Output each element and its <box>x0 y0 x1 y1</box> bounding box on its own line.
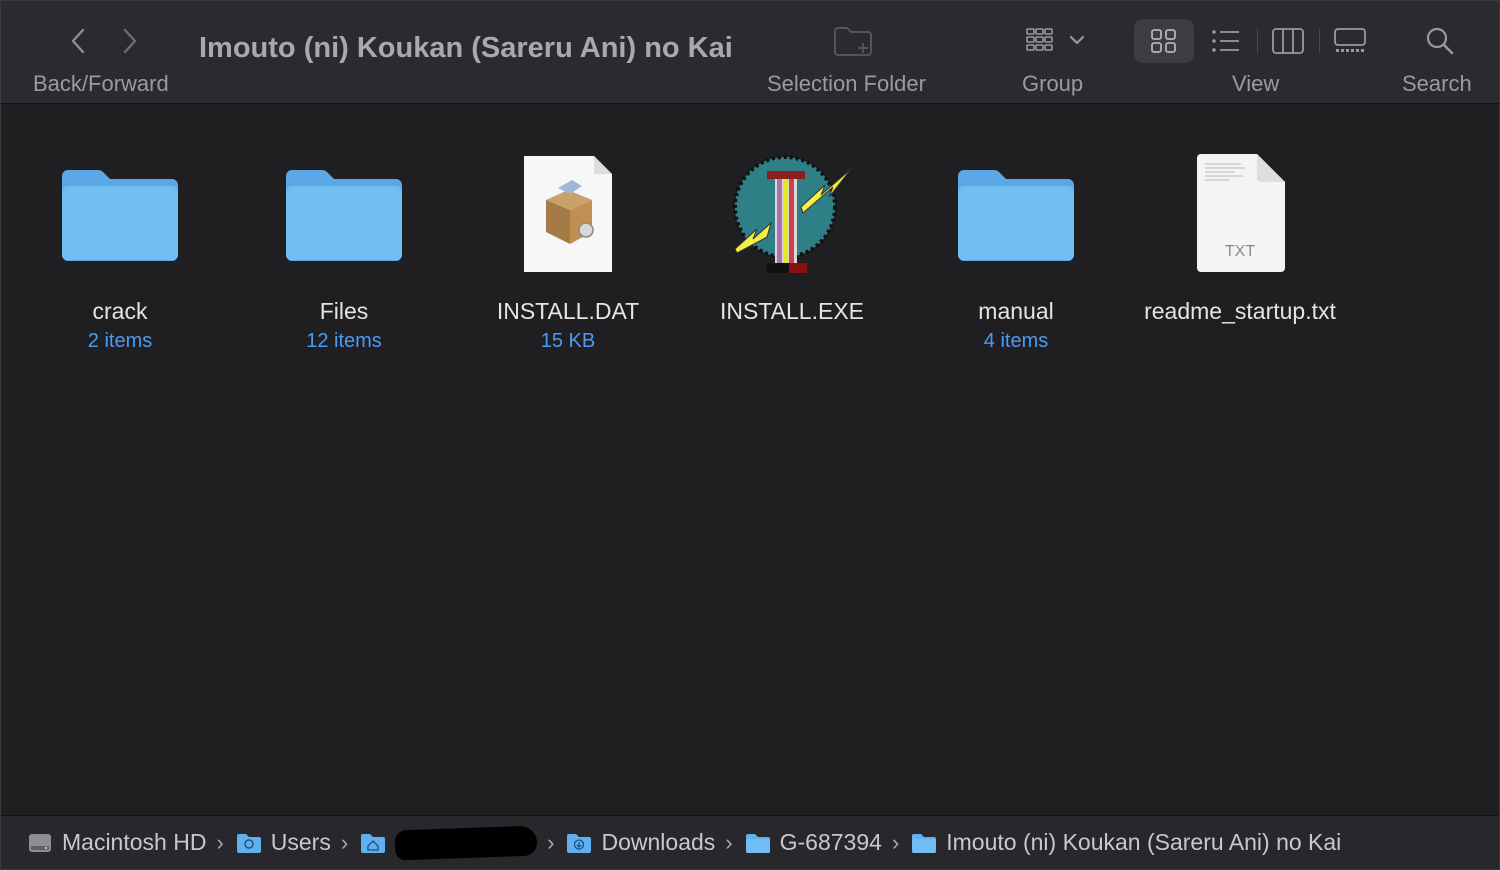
list-view-icon[interactable] <box>1211 28 1241 54</box>
icon-view-icon <box>1151 29 1176 53</box>
path-crumb-users[interactable]: Users <box>236 829 331 856</box>
installer-package-icon <box>524 156 612 272</box>
chevron-right-icon: › <box>725 829 733 855</box>
downloads-folder-icon <box>567 833 592 853</box>
folder-icon <box>286 170 402 261</box>
selection-folder-label: Selection Folder <box>767 71 926 96</box>
file-item-readme[interactable]: TXT readme_startup.txt <box>1130 149 1350 327</box>
window-title: Imouto (ni) Koukan (Sareru Ani) no Kai <box>199 32 733 64</box>
path-bar: Macintosh HD › Users › › Downloads › G-6… <box>1 815 1499 869</box>
file-info: 12 items <box>306 330 382 352</box>
path-crumb-macintosh-hd[interactable]: Macintosh HD <box>27 829 206 856</box>
file-name: manual <box>978 298 1054 324</box>
chevron-right-icon: › <box>216 829 224 855</box>
group-label: Group <box>1022 71 1084 96</box>
file-info: 2 items <box>87 330 153 352</box>
search-label: Search <box>1402 71 1472 96</box>
file-name: INSTALL.EXE <box>719 298 865 324</box>
file-type-badge: TXT <box>1224 243 1256 260</box>
forward-button[interactable] <box>111 23 147 59</box>
view-separator <box>1319 29 1320 53</box>
path-crumb-home[interactable] <box>360 825 538 860</box>
file-item-files[interactable]: Files 12 items <box>234 149 454 353</box>
crumb-label: Downloads <box>601 829 716 855</box>
hard-drive-icon <box>29 833 51 852</box>
chevron-right-icon: › <box>891 829 900 855</box>
file-name: crack <box>92 298 148 324</box>
gallery-view-icon[interactable] <box>1333 27 1367 55</box>
search-icon[interactable] <box>1425 26 1455 56</box>
back-forward-label: Back/Forward <box>33 71 169 96</box>
view-separator <box>1257 29 1258 53</box>
exe-app-icon <box>733 155 852 273</box>
group-icon[interactable] <box>1025 26 1089 56</box>
home-folder-icon <box>361 833 386 853</box>
file-item-install-exe[interactable]: INSTALL.EXE <box>682 149 902 327</box>
view-label: View <box>1232 71 1280 96</box>
file-name: INSTALL.DAT <box>496 298 640 324</box>
file-item-manual[interactable]: manual 4 items <box>906 149 1126 353</box>
redacted-username <box>394 825 538 860</box>
path-crumb-downloads[interactable]: Downloads <box>566 829 715 856</box>
chevron-right-icon <box>123 28 137 54</box>
users-folder-icon <box>236 833 261 853</box>
file-name: readme_startup.txt <box>1144 298 1336 324</box>
back-button[interactable] <box>61 23 97 59</box>
file-info: 4 items <box>983 330 1049 352</box>
crumb-label: Imouto (ni) Koukan (Sareru Ani) no Kai <box>946 829 1342 855</box>
column-view-icon[interactable] <box>1271 27 1305 55</box>
chevron-left-icon <box>71 28 85 54</box>
toolbar: Back/Forward Imouto (ni) Koukan (Sareru … <box>1 1 1499 104</box>
file-item-crack[interactable]: crack 2 items <box>10 149 230 353</box>
folder-icon <box>62 170 178 261</box>
new-folder-icon[interactable] <box>833 25 873 57</box>
folder-icon <box>745 833 770 853</box>
folder-icon <box>912 833 937 853</box>
chevron-right-icon: › <box>547 829 555 855</box>
path-crumb-current-folder[interactable]: Imouto (ni) Koukan (Sareru Ani) no Kai <box>911 829 1341 856</box>
crumb-label: G-687394 <box>779 829 882 855</box>
folder-icon <box>958 170 1074 261</box>
file-item-install-dat[interactable]: INSTALL.DAT 15 KB <box>458 149 678 353</box>
chevron-right-icon: › <box>340 829 349 855</box>
file-name: Files <box>319 298 369 324</box>
file-info: 15 KB <box>540 330 596 352</box>
crumb-label: Macintosh HD <box>62 829 207 855</box>
path-crumb-g-687394[interactable]: G-687394 <box>745 829 882 856</box>
finder-window: Back/Forward Imouto (ni) Koukan (Sareru … <box>0 0 1500 870</box>
crumb-label: Users <box>270 829 331 855</box>
